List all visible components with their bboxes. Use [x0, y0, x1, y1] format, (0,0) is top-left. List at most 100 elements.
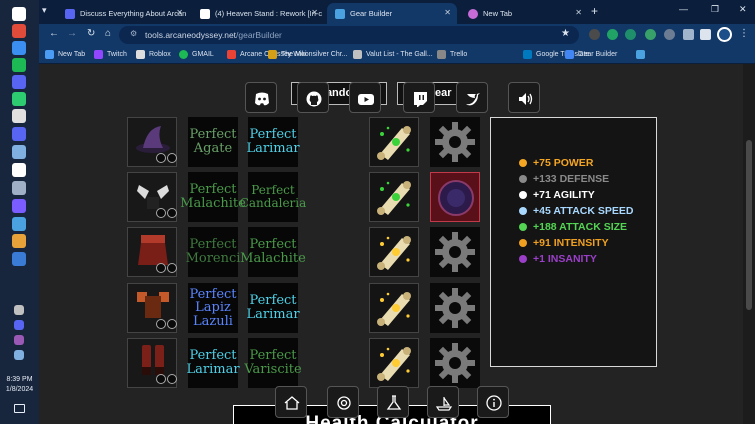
address-bar[interactable]: tools.arcaneodyssey.net/gearBuilder	[119, 26, 579, 44]
tray-icon[interactable]	[14, 305, 24, 315]
taskbar-app-icon[interactable]	[12, 75, 26, 89]
scrollbar-thumb[interactable]	[746, 140, 752, 310]
taskbar-app-icon[interactable]	[12, 24, 26, 38]
enchant-slot[interactable]	[369, 117, 419, 167]
twitch-button[interactable]	[403, 82, 435, 113]
enchant-slot[interactable]	[369, 172, 419, 222]
taskbar-app-icon[interactable]	[12, 181, 26, 195]
armor-slot[interactable]	[127, 172, 177, 222]
close-window-icon[interactable]: ✕	[739, 4, 747, 15]
settings-button[interactable]	[327, 386, 359, 418]
bookmark-item[interactable]: GMAIL	[179, 50, 214, 59]
discord-button[interactable]	[245, 82, 277, 113]
taskbar-app-icon[interactable]	[12, 7, 26, 21]
close-tab-icon[interactable]: ✕	[176, 8, 183, 17]
taskbar-app-icon[interactable]	[12, 217, 26, 231]
armor-slot[interactable]	[127, 338, 177, 388]
twitter-button[interactable]	[456, 82, 488, 113]
taskbar-app-icon[interactable]	[12, 92, 26, 106]
sidepanel-icon[interactable]	[700, 29, 711, 40]
close-tab-icon[interactable]: ✕	[311, 8, 318, 17]
back-icon[interactable]: ←	[49, 28, 59, 39]
taskbar-app-icon[interactable]	[12, 109, 26, 123]
bookmark-item[interactable]: Twitch	[94, 50, 127, 59]
extension-5-icon[interactable]	[664, 29, 675, 40]
tab-heaven-stand[interactable]: (4) Heaven Stand : Rework [In-c ✕	[192, 3, 324, 24]
bookmark-item[interactable]: New Tab	[45, 50, 85, 59]
armor-slot[interactable]	[127, 227, 177, 277]
bookmark-item[interactable]: Trello	[437, 50, 467, 59]
close-tab-icon[interactable]: ✕	[575, 8, 582, 17]
volume-button[interactable]	[508, 82, 540, 113]
notification-icon[interactable]	[14, 404, 25, 413]
enchant-slot[interactable]	[369, 227, 419, 277]
tab-gear-builder[interactable]: Gear Builder ✕	[327, 3, 457, 24]
modifier-slot[interactable]	[430, 117, 480, 167]
taskbar-app-icon[interactable]	[12, 163, 26, 177]
extension-1-icon[interactable]	[589, 29, 600, 40]
taskbar-app-icon[interactable]	[12, 199, 26, 213]
gem-slot[interactable]: Perfect Malachite	[180, 172, 246, 222]
gem-slot[interactable]: Perfect Larimar	[246, 117, 300, 167]
tab-new-tab[interactable]: New Tab ✕	[460, 3, 588, 24]
reload-icon[interactable]: ↻	[87, 28, 95, 39]
home-button[interactable]	[275, 386, 307, 418]
gem-slot[interactable]: Perfect Candaleria	[240, 172, 306, 222]
home-browser-icon[interactable]: ⌂	[105, 28, 111, 39]
gem-slot[interactable]: Perfect Malachite	[240, 227, 306, 277]
gem-slot[interactable]: Perfect Variscite	[244, 338, 302, 388]
modifier-slot[interactable]	[430, 227, 480, 277]
taskbar-app-icon[interactable]	[12, 58, 26, 72]
tray-icon[interactable]	[14, 335, 24, 345]
taskbar-app-icon[interactable]	[12, 41, 26, 55]
gem-slot[interactable]: Perfect Larimar	[186, 338, 240, 388]
flask-button[interactable]	[377, 386, 409, 418]
translate-bm-icon	[565, 50, 574, 59]
bookmark-item[interactable]: The Moonsilver Chr...	[268, 50, 348, 59]
page-scrollbar[interactable]	[743, 64, 755, 424]
minimize-icon[interactable]: —	[679, 4, 688, 14]
taskbar-app-icon[interactable]	[12, 145, 26, 159]
modifier-slot[interactable]	[430, 172, 480, 222]
extension-2-icon[interactable]	[607, 29, 618, 40]
enchant-slot[interactable]	[369, 338, 419, 388]
modifier-slot[interactable]	[430, 283, 480, 333]
taskbar-app-icon[interactable]	[12, 127, 26, 141]
close-tab-icon[interactable]: ✕	[444, 8, 451, 17]
extensions-puzzle-icon[interactable]	[683, 29, 694, 40]
taskbar-app-icon[interactable]	[12, 234, 26, 248]
gem-slot[interactable]: Perfect Larimar	[246, 283, 300, 333]
armor-slot[interactable]	[127, 283, 177, 333]
ship-button[interactable]	[427, 386, 459, 418]
extension-4-icon[interactable]	[645, 29, 656, 40]
taskbar-app-icon[interactable]	[12, 252, 26, 266]
forward-icon[interactable]: →	[67, 28, 77, 39]
armor-slot[interactable]	[127, 117, 177, 167]
site-info-icon[interactable]: ⚙	[130, 29, 137, 38]
extension-3-icon[interactable]	[625, 29, 636, 40]
tray-icon[interactable]	[14, 320, 24, 330]
profile-avatar[interactable]	[717, 27, 732, 42]
bookmark-star-icon[interactable]: ★	[561, 28, 570, 39]
bookmark-item[interactable]	[636, 50, 649, 59]
clock[interactable]: 8:39 PM 1/8/2024	[2, 375, 37, 395]
bookmark-item[interactable]: Gear Builder	[565, 50, 617, 59]
youtube-button[interactable]	[349, 82, 381, 113]
bookmark-item[interactable]: Roblox	[136, 50, 171, 59]
tab-search-icon[interactable]: ▾	[42, 5, 47, 16]
menu-kebab-icon[interactable]: ⋮	[739, 28, 749, 39]
gem-slot[interactable]: Perfect Lapiz Lazuli	[188, 283, 238, 333]
github-button[interactable]	[297, 82, 329, 113]
bookmark-item[interactable]: Valut List - The Gall...	[353, 50, 433, 59]
enchant-slot[interactable]	[369, 283, 419, 333]
youtube-icon	[358, 94, 374, 105]
tab-discuss[interactable]: Discuss Everything About Arcan ✕	[57, 3, 189, 24]
modifier-slot[interactable]	[430, 338, 480, 388]
new-tab-plus-icon[interactable]: +	[591, 4, 598, 18]
tray-icon[interactable]	[14, 350, 24, 360]
gem-slot[interactable]: Perfect Agate	[188, 117, 238, 167]
gem-slot[interactable]: Perfect Morenci	[186, 227, 240, 277]
arcane-favicon-icon	[65, 8, 75, 19]
info-button[interactable]	[477, 386, 509, 418]
restore-icon[interactable]: ❐	[711, 4, 719, 15]
